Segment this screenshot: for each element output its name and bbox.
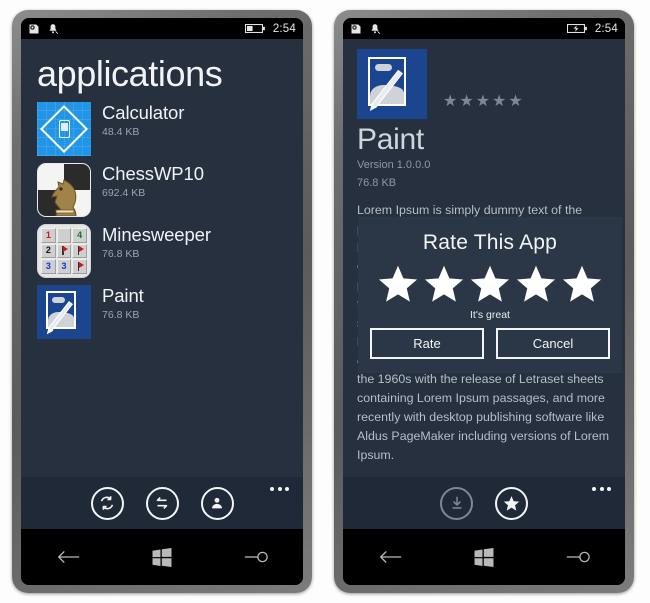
cancel-button[interactable]: Cancel <box>496 328 610 359</box>
star-icon-3 <box>470 265 510 302</box>
applications-page: applications Calculator 48.4 KB ChessWP1… <box>21 39 303 529</box>
list-item[interactable]: 1 4 2 3 3 Minesweeper 76.8 KB <box>37 224 303 278</box>
nav-bar-right <box>343 529 625 585</box>
install-user-icon[interactable] <box>200 486 234 520</box>
phone-device-right: 2:54 ★★★★★ Paint Version 1.0.0.0 76.8 KB <box>334 10 634 593</box>
rate-star-icon[interactable] <box>495 486 528 520</box>
app-size: 692.4 KB <box>102 186 146 199</box>
app-detail-title: Paint <box>357 123 424 156</box>
nav-bar-left <box>21 529 303 585</box>
search-icon[interactable] <box>542 538 614 576</box>
calculator-tile-icon <box>37 102 91 156</box>
phone-screen-right: 2:54 ★★★★★ Paint Version 1.0.0.0 76.8 KB <box>343 18 625 585</box>
status-bar-right: 2:54 <box>343 18 625 39</box>
minesweeper-tile-icon: 1 4 2 3 3 <box>37 224 91 278</box>
download-icon[interactable] <box>440 486 473 520</box>
app-detail-scroll[interactable]: ★★★★★ Paint Version 1.0.0.0 76.8 KB Lore… <box>343 39 625 477</box>
paint-app-icon <box>357 49 427 119</box>
dialog-title: Rate This App <box>422 231 558 254</box>
refresh-icon[interactable] <box>90 486 124 520</box>
status-time: 2:54 <box>594 22 618 35</box>
app-size: 48.4 KB <box>102 125 140 138</box>
chess-tile-icon <box>37 163 91 217</box>
back-icon[interactable] <box>32 538 104 576</box>
applications-scroll[interactable]: applications Calculator 48.4 KB ChessWP1… <box>21 39 303 477</box>
app-bar-left <box>21 477 303 529</box>
app-version: Version 1.0.0.0 <box>357 159 431 171</box>
rate-this-app-dialog: Rate This App It's great Rate Cancel <box>358 217 622 373</box>
battery-low-icon <box>244 23 266 34</box>
app-size: 76.8 KB <box>102 308 140 321</box>
star-icon-5 <box>562 265 602 302</box>
app-size: 76.8 KB <box>357 176 397 189</box>
screenshot-icon <box>28 23 40 35</box>
battery-charging-icon <box>566 23 588 34</box>
phone-screen-left: 2:54 applications Calculator 48.4 KB Che… <box>21 18 303 585</box>
application-list: Calculator 48.4 KB ChessWP10 692.4 KB 1 … <box>21 100 303 339</box>
app-bar-right <box>343 477 625 529</box>
back-icon[interactable] <box>354 538 426 576</box>
paint-tile-icon <box>37 285 91 339</box>
star-icon-4 <box>516 265 556 302</box>
app-name: Minesweeper <box>102 224 211 245</box>
star-icon-2 <box>424 265 464 302</box>
more-options-icon[interactable] <box>592 487 611 491</box>
bell-muted-icon <box>47 23 59 35</box>
page-title: applications <box>37 53 223 94</box>
status-time: 2:54 <box>272 22 296 35</box>
screenshot-stage: 2:54 applications Calculator 48.4 KB Che… <box>0 0 650 603</box>
status-bar-left: 2:54 <box>21 18 303 39</box>
app-name: ChessWP10 <box>102 163 204 184</box>
dialog-buttons: Rate Cancel <box>368 328 612 359</box>
app-name: Paint <box>102 285 144 306</box>
search-icon[interactable] <box>220 538 292 576</box>
bell-muted-icon <box>369 23 381 35</box>
dialog-star-rating[interactable] <box>368 263 612 307</box>
more-options-icon[interactable] <box>270 487 289 491</box>
app-size: 76.8 KB <box>102 247 140 260</box>
app-detail-page: ★★★★★ Paint Version 1.0.0.0 76.8 KB Lore… <box>343 39 625 529</box>
star-icon-1 <box>378 265 418 302</box>
list-item[interactable]: ChessWP10 692.4 KB <box>37 163 303 217</box>
transfer-icon[interactable] <box>145 486 179 520</box>
list-item[interactable]: Calculator 48.4 KB <box>37 102 303 156</box>
phone-device-left: 2:54 applications Calculator 48.4 KB Che… <box>12 10 312 593</box>
app-rating-stars: ★★★★★ <box>443 93 525 110</box>
app-name: Calculator <box>102 102 185 123</box>
windows-home-icon[interactable] <box>448 538 520 576</box>
windows-home-icon[interactable] <box>126 538 198 576</box>
rate-button[interactable]: Rate <box>370 328 484 359</box>
list-item[interactable]: Paint 76.8 KB <box>37 285 303 339</box>
app-detail-header: ★★★★★ <box>343 39 625 119</box>
dialog-caption: It's great <box>470 309 510 321</box>
screenshot-icon <box>350 23 362 35</box>
